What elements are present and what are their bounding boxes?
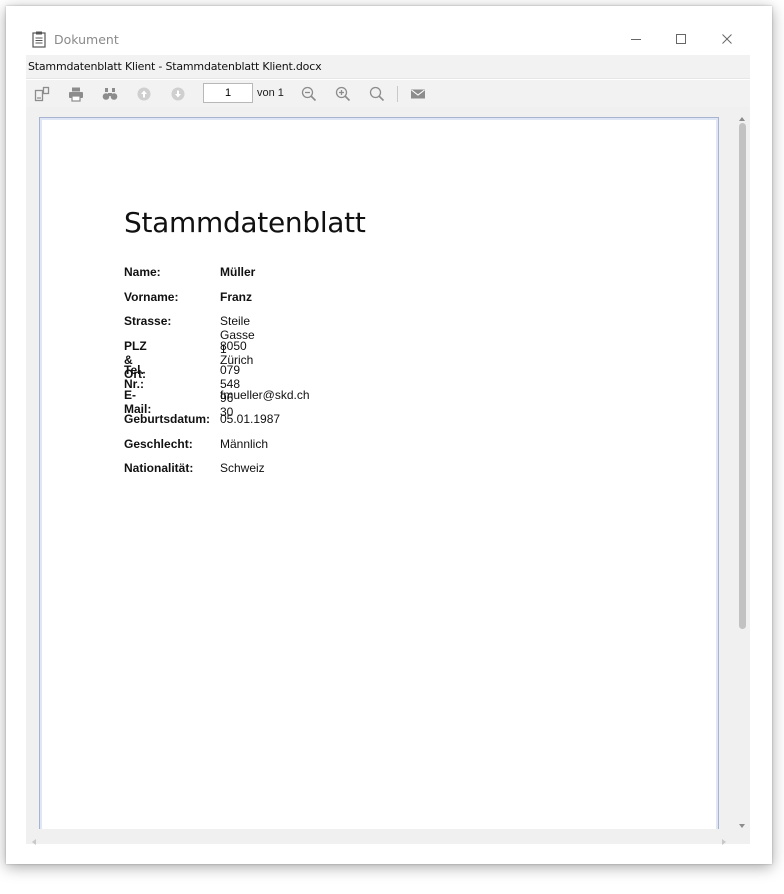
scrollbar-corner bbox=[734, 829, 750, 844]
document-page: Stammdatenblatt Name: Müller Vorname: Fr… bbox=[39, 117, 719, 837]
close-icon[interactable] bbox=[718, 30, 736, 48]
field-value: fmueller@skd.ch bbox=[220, 387, 310, 402]
scroll-up-icon[interactable] bbox=[738, 110, 746, 121]
file-bar: Stammdatenblatt Klient - Stammdatenblatt… bbox=[26, 55, 750, 79]
title-bar: Dokument bbox=[26, 24, 750, 54]
window-title: Dokument bbox=[54, 32, 119, 47]
field-value: Müller bbox=[220, 265, 256, 279]
field-value: 05.01.1987 bbox=[220, 412, 281, 426]
page-layout-icon[interactable] bbox=[32, 84, 52, 104]
toolbar-separator bbox=[397, 86, 398, 102]
print-icon[interactable] bbox=[66, 84, 86, 104]
field-label: Strasse: bbox=[124, 314, 172, 328]
document-title: Stammdatenblatt bbox=[124, 206, 366, 239]
mail-icon[interactable] bbox=[408, 84, 428, 104]
field-value: Männlich bbox=[220, 436, 269, 451]
field-value: Franz bbox=[220, 289, 253, 304]
field-label: Name: bbox=[124, 265, 161, 279]
find-icon[interactable] bbox=[100, 84, 120, 104]
scrollbar-thumb[interactable] bbox=[739, 123, 746, 629]
page-number-input[interactable] bbox=[203, 83, 253, 103]
horizontal-scrollbar[interactable] bbox=[26, 829, 734, 845]
zoom-in-icon[interactable] bbox=[333, 84, 353, 104]
scroll-left-icon[interactable] bbox=[30, 833, 38, 845]
document-viewer[interactable]: Stammdatenblatt Name: Müller Vorname: Fr… bbox=[26, 107, 750, 844]
maximize-icon[interactable] bbox=[672, 30, 690, 48]
zoom-icon[interactable] bbox=[367, 84, 387, 104]
document-icon bbox=[32, 31, 46, 48]
field-value: Schweiz bbox=[220, 461, 265, 475]
page-count-label: von 1 bbox=[257, 87, 284, 99]
toolbar: von 1 bbox=[26, 80, 750, 107]
field-label: Nationalität: bbox=[124, 461, 194, 475]
previous-page-icon[interactable] bbox=[134, 84, 154, 104]
field-label: Geburtsdatum: bbox=[124, 412, 211, 426]
minimize-icon[interactable] bbox=[627, 30, 645, 48]
field-label: Vorname: bbox=[124, 289, 179, 304]
scroll-down-icon[interactable] bbox=[738, 817, 746, 828]
field-label: Geschlecht: bbox=[124, 436, 193, 451]
file-name: Stammdatenblatt Klient - Stammdatenblatt… bbox=[28, 60, 322, 73]
next-page-icon[interactable] bbox=[168, 84, 188, 104]
vertical-scrollbar[interactable] bbox=[734, 107, 750, 829]
scroll-right-icon[interactable] bbox=[720, 833, 728, 845]
zoom-out-icon[interactable] bbox=[299, 84, 319, 104]
